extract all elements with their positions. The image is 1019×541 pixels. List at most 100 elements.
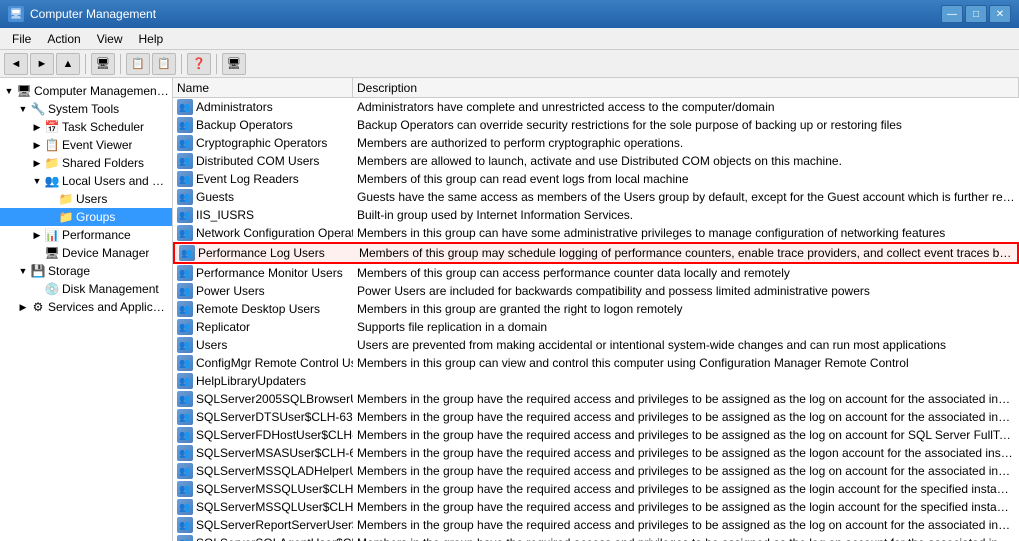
table-row[interactable]: 👥SQLServerDTSUser$CLH-6304Members in the… bbox=[173, 408, 1019, 426]
menu-file[interactable]: File bbox=[4, 30, 39, 48]
group-icon-9: 👥 bbox=[177, 265, 193, 281]
tree-item-task-scheduler[interactable]: ▶📅Task Scheduler bbox=[0, 118, 172, 136]
table-row[interactable]: 👥Network Configuration Operato...Members… bbox=[173, 224, 1019, 242]
tree-item-storage[interactable]: ▼💾Storage bbox=[0, 262, 172, 280]
menu-action[interactable]: Action bbox=[39, 30, 88, 48]
table-row[interactable]: 👥SQLServerReportServerUser$CLH-6...Membe… bbox=[173, 516, 1019, 534]
left-panel: ▼🖥Computer Management (Local▼🔧System Too… bbox=[0, 78, 173, 541]
tree-expand-performance[interactable]: ▶ bbox=[30, 228, 44, 242]
table-row[interactable]: 👥Cryptographic OperatorsMembers are auth… bbox=[173, 134, 1019, 152]
minimize-button[interactable]: — bbox=[941, 5, 963, 23]
cell-name-12: 👥Replicator bbox=[173, 318, 353, 336]
cell-name-9: 👥Performance Monitor Users bbox=[173, 264, 353, 282]
tree-expand-event-viewer[interactable]: ▶ bbox=[30, 138, 44, 152]
cell-name-11: 👥Remote Desktop Users bbox=[173, 300, 353, 318]
back-button[interactable]: ◄ bbox=[4, 53, 28, 75]
cell-desc-6: Built-in group used by Internet Informat… bbox=[353, 207, 1019, 223]
cell-name-7: 👥Network Configuration Operato... bbox=[173, 224, 353, 242]
toolbar-separator3 bbox=[181, 54, 182, 74]
export-button[interactable]: 🖥 bbox=[222, 53, 246, 75]
tree-icon-groups: 📁 bbox=[58, 209, 74, 225]
properties-button[interactable]: 📋 bbox=[126, 53, 150, 75]
tree-expand-task-scheduler[interactable]: ▶ bbox=[30, 120, 44, 134]
column-headers: Name Description bbox=[173, 78, 1019, 98]
close-button[interactable]: ✕ bbox=[989, 5, 1011, 23]
new-button[interactable]: 📋 bbox=[152, 53, 176, 75]
group-icon-17: 👥 bbox=[177, 409, 193, 425]
tree-icon-event-viewer: 📋 bbox=[44, 137, 60, 153]
group-icon-3: 👥 bbox=[177, 153, 193, 169]
tree-item-local-users[interactable]: ▼👥Local Users and Groups bbox=[0, 172, 172, 190]
tree-expand-services-apps[interactable]: ▶ bbox=[16, 300, 30, 314]
group-icon-2: 👥 bbox=[177, 135, 193, 151]
table-row[interactable]: 👥SQLServerFDHostUser$CLH-6304S...Members… bbox=[173, 426, 1019, 444]
tree-item-services-apps[interactable]: ▶⚙Services and Applications bbox=[0, 298, 172, 316]
tree-icon-system-tools: 🔧 bbox=[30, 101, 46, 117]
table-row[interactable]: 👥ReplicatorSupports file replication in … bbox=[173, 318, 1019, 336]
tree-item-performance[interactable]: ▶📊Performance bbox=[0, 226, 172, 244]
tree-expand-local-users[interactable]: ▼ bbox=[30, 174, 44, 188]
tree-root: ▼🖥Computer Management (Local▼🔧System Too… bbox=[0, 78, 172, 320]
table-row[interactable]: 👥UsersUsers are prevented from making ac… bbox=[173, 336, 1019, 354]
menu-help[interactable]: Help bbox=[131, 30, 172, 48]
table-row[interactable]: 👥Performance Log UsersMembers of this gr… bbox=[173, 242, 1019, 264]
group-icon-22: 👥 bbox=[177, 499, 193, 515]
cell-desc-20: Members in the group have the required a… bbox=[353, 463, 1019, 479]
window-controls[interactable]: — □ ✕ bbox=[941, 5, 1011, 23]
table-row[interactable]: 👥SQLServerMSSQLUser$CLH-6304S...Members … bbox=[173, 480, 1019, 498]
table-row[interactable]: 👥SQLServerSQLAgentUser$CLH-630...Members… bbox=[173, 534, 1019, 541]
tree-item-device-manager[interactable]: 🖥Device Manager bbox=[0, 244, 172, 262]
table-row[interactable]: 👥SQLServerMSSQLUser$CLH-6304SS...Members… bbox=[173, 498, 1019, 516]
tree-expand-computer-mgmt[interactable]: ▼ bbox=[2, 84, 16, 98]
tree-icon-computer-mgmt: 🖥 bbox=[16, 83, 32, 99]
table-row[interactable]: 👥Remote Desktop UsersMembers in this gro… bbox=[173, 300, 1019, 318]
title-text: Computer Management bbox=[30, 7, 941, 21]
tree-label-performance: Performance bbox=[62, 228, 131, 242]
col-header-description[interactable]: Description bbox=[353, 78, 1019, 97]
help-button[interactable]: ❓ bbox=[187, 53, 211, 75]
tree-expand-system-tools[interactable]: ▼ bbox=[16, 102, 30, 116]
table-row[interactable]: 👥Distributed COM UsersMembers are allowe… bbox=[173, 152, 1019, 170]
table-row[interactable]: 👥Performance Monitor UsersMembers of thi… bbox=[173, 264, 1019, 282]
tree-label-local-users: Local Users and Groups bbox=[62, 174, 170, 188]
table-row[interactable]: 👥HelpLibraryUpdaters bbox=[173, 372, 1019, 390]
table-row[interactable]: 👥AdministratorsAdministrators have compl… bbox=[173, 98, 1019, 116]
menu-view[interactable]: View bbox=[89, 30, 131, 48]
cell-desc-0: Administrators have complete and unrestr… bbox=[353, 99, 1019, 115]
cell-desc-1: Backup Operators can override security r… bbox=[353, 117, 1019, 133]
app-icon: 🖥 bbox=[8, 6, 24, 22]
tree-item-event-viewer[interactable]: ▶📋Event Viewer bbox=[0, 136, 172, 154]
table-row[interactable]: 👥SQLServerMSSQLADHelperU...Members in th… bbox=[173, 462, 1019, 480]
table-row[interactable]: 👥SQLServer2005SQLBrowserUser$CL...Member… bbox=[173, 390, 1019, 408]
table-row[interactable]: 👥GuestsGuests have the same access as me… bbox=[173, 188, 1019, 206]
forward-button[interactable]: ► bbox=[30, 53, 54, 75]
tree-item-shared-folders[interactable]: ▶📁Shared Folders bbox=[0, 154, 172, 172]
cell-desc-22: Members in the group have the required a… bbox=[353, 499, 1019, 515]
table-row[interactable]: 👥Power UsersPower Users are included for… bbox=[173, 282, 1019, 300]
table-row[interactable]: 👥SQLServerMSASUser$CLH-6304SM...Members … bbox=[173, 444, 1019, 462]
table-row[interactable]: 👥Event Log ReadersMembers of this group … bbox=[173, 170, 1019, 188]
table-row[interactable]: 👥IIS_IUSRSBuilt-in group used by Interne… bbox=[173, 206, 1019, 224]
tree-item-disk-mgmt[interactable]: 💿Disk Management bbox=[0, 280, 172, 298]
tree-item-system-tools[interactable]: ▼🔧System Tools bbox=[0, 100, 172, 118]
tree-item-groups[interactable]: 📁Groups bbox=[0, 208, 172, 226]
group-icon-5: 👥 bbox=[177, 189, 193, 205]
tree-label-groups: Groups bbox=[76, 210, 115, 224]
group-icon-18: 👥 bbox=[177, 427, 193, 443]
tree-item-computer-mgmt[interactable]: ▼🖥Computer Management (Local bbox=[0, 82, 172, 100]
tree-expand-shared-folders[interactable]: ▶ bbox=[30, 156, 44, 170]
right-panel: Name Description 👥AdministratorsAdminist… bbox=[173, 78, 1019, 541]
table-row[interactable]: 👥Backup OperatorsBackup Operators can ov… bbox=[173, 116, 1019, 134]
maximize-button[interactable]: □ bbox=[965, 5, 987, 23]
col-header-name[interactable]: Name bbox=[173, 78, 353, 97]
tree-icon-disk-mgmt: 💿 bbox=[44, 281, 60, 297]
tree-expand-storage[interactable]: ▼ bbox=[16, 264, 30, 278]
show-hide-button[interactable]: 🖥 bbox=[91, 53, 115, 75]
tree-item-users[interactable]: 📁Users bbox=[0, 190, 172, 208]
group-icon-24: 👥 bbox=[177, 535, 193, 541]
up-button[interactable]: ▲ bbox=[56, 53, 80, 75]
cell-desc-7: Members in this group can have some admi… bbox=[353, 225, 1019, 241]
tree-icon-storage: 💾 bbox=[30, 263, 46, 279]
cell-name-21: 👥SQLServerMSSQLUser$CLH-6304S... bbox=[173, 480, 353, 498]
table-row[interactable]: 👥ConfigMgr Remote Control UsersMembers i… bbox=[173, 354, 1019, 372]
